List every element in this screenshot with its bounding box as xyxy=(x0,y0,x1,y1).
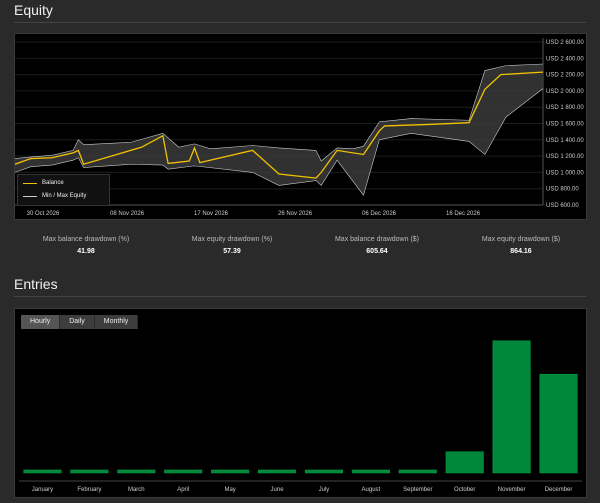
stat-label: Max equity drawdown ($) xyxy=(481,236,561,243)
tab-monthly[interactable]: Monthly xyxy=(94,315,139,329)
entries-x-tick-label: September xyxy=(403,487,432,493)
legend-minmax-swatch xyxy=(23,195,37,197)
entries-bar xyxy=(492,340,531,474)
legend-minmax: Min / Max Equity xyxy=(23,193,86,199)
equity-y-tick-label: USD 1 400.00 xyxy=(546,138,584,144)
stat-label: Max equity drawdown (%) xyxy=(191,236,273,243)
entries-x-tick-label: June xyxy=(271,487,285,493)
entries-x-tick-label: December xyxy=(545,487,573,493)
legend-balance: Balance xyxy=(23,180,64,186)
equity-y-tick-label: USD 2 400.00 xyxy=(546,56,584,62)
equity-y-tick-label: USD 2 200.00 xyxy=(546,73,584,79)
entries-bar xyxy=(445,451,484,474)
stat-value: 864.16 xyxy=(510,248,532,255)
entries-x-tick-label: October xyxy=(454,487,475,493)
entries-x-tick-label: March xyxy=(128,487,145,493)
equity-y-tick-label: USD 2 600.00 xyxy=(546,40,584,46)
equity-y-tick-label: USD 2 000.00 xyxy=(546,89,584,95)
entries-chart: January February March April May June July Augu… xyxy=(19,340,582,493)
equity-title: Equity xyxy=(14,2,53,18)
stat-max-balance-dd-pct: Max balance drawdown (%) 41.98 xyxy=(11,236,161,255)
equity-y-tick-label: USD 1 600.00 xyxy=(546,122,584,128)
entries-bar xyxy=(211,469,250,474)
tab-hourly[interactable]: Hourly xyxy=(21,315,61,329)
entries-x-tick-label: November xyxy=(498,487,526,493)
stat-value: 41.98 xyxy=(77,248,95,255)
entries-bar xyxy=(304,469,343,474)
entries-x-tick-label: January xyxy=(32,487,53,493)
equity-y-tick-label: USD 1 200.00 xyxy=(546,154,584,160)
equity-title-rule xyxy=(14,22,586,23)
entries-bar xyxy=(164,469,203,474)
equity-x-tick-label: 30 Oct 2026 xyxy=(27,211,60,217)
equity-y-tick-label: USD 1 000.00 xyxy=(546,170,584,176)
entries-x-tick-label: April xyxy=(177,487,189,493)
legend-balance-label: Balance xyxy=(42,180,64,186)
entries-bar xyxy=(258,469,297,474)
stat-max-equity-dd-pct: Max equity drawdown (%) 57.39 xyxy=(157,236,307,255)
entries-chart-panel: January February March April May June July Augu… xyxy=(14,308,587,498)
equity-x-tick-label: 26 Nov 2026 xyxy=(278,211,313,217)
stat-max-equity-dd-usd: Max equity drawdown ($) 864.16 xyxy=(446,236,596,255)
stat-value: 605.64 xyxy=(366,248,388,255)
tab-daily[interactable]: Daily xyxy=(60,315,95,329)
equity-x-tick-label: 16 Dec 2026 xyxy=(446,211,481,217)
stat-value: 57.39 xyxy=(223,248,241,255)
legend-minmax-label: Min / Max Equity xyxy=(42,193,87,199)
entries-bar xyxy=(117,469,156,474)
equity-x-tick-label: 08 Nov 2026 xyxy=(110,211,145,217)
equity-x-tick-label: 06 Dec 2026 xyxy=(362,211,397,217)
entries-bar xyxy=(539,373,578,474)
entries-x-tick-label: August xyxy=(362,487,381,493)
entries-x-tick-label: May xyxy=(224,487,235,493)
equity-legend: Balance Min / Max Equity xyxy=(17,174,110,206)
entries-tabs: Hourly Daily Monthly xyxy=(21,315,139,329)
equity-y-tick-label: USD 600.00 xyxy=(546,203,579,209)
equity-x-tick-label: 17 Nov 2026 xyxy=(194,211,229,217)
entries-bar xyxy=(398,469,437,474)
entries-bar xyxy=(351,469,390,474)
entries-bar xyxy=(23,469,62,474)
stat-label: Max balance drawdown ($) xyxy=(334,236,420,243)
equity-y-tick-label: USD 1 800.00 xyxy=(546,105,584,111)
entries-x-tick-label: July xyxy=(319,487,330,493)
equity-y-tick-label: USD 800.00 xyxy=(546,187,579,193)
entries-title: Entries xyxy=(14,276,58,292)
entries-x-tick-label: February xyxy=(77,487,101,493)
entries-bar xyxy=(70,469,109,474)
entries-title-rule xyxy=(14,296,586,297)
legend-balance-swatch xyxy=(23,182,37,184)
stat-max-balance-dd-usd: Max balance drawdown ($) 605.64 xyxy=(302,236,452,255)
stat-label: Max balance drawdown (%) xyxy=(42,236,130,243)
